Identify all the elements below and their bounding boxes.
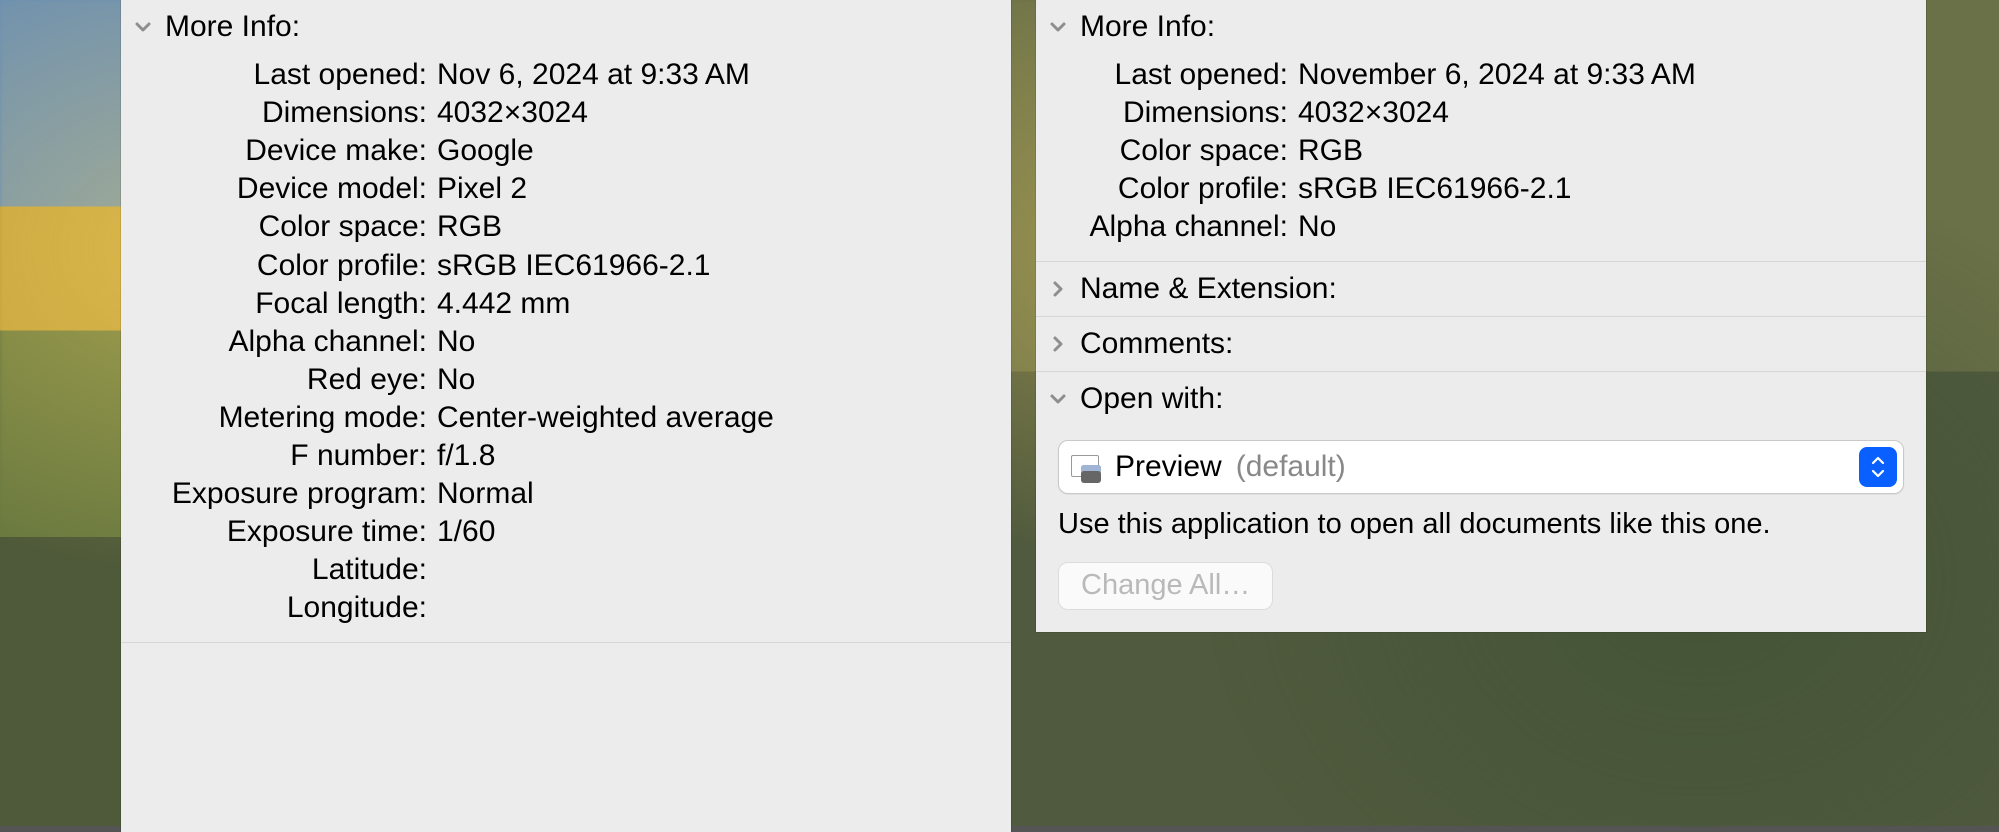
- info-label: Red eye:: [135, 361, 427, 399]
- info-row-color-space: Color space: RGB: [1050, 132, 1912, 170]
- info-row-dimensions: Dimensions: 4032×3024: [1050, 94, 1912, 132]
- info-row-focal-length: Focal length: 4.442 mm: [135, 285, 997, 323]
- chevron-down-icon: [1046, 387, 1070, 411]
- info-value: Pixel 2: [437, 170, 997, 208]
- comments-header[interactable]: Comments:: [1036, 316, 1926, 371]
- info-label: Device model:: [135, 170, 427, 208]
- info-row-device-model: Device model: Pixel 2: [135, 170, 997, 208]
- info-row-metering-mode: Metering mode: Center-weighted average: [135, 399, 997, 437]
- info-row-alpha-channel: Alpha channel: No: [135, 323, 997, 361]
- open-with-title: Open with:: [1080, 380, 1223, 418]
- info-value: RGB: [437, 208, 997, 246]
- change-all-label: Change All…: [1081, 567, 1250, 604]
- chevron-down-icon: [131, 15, 155, 39]
- open-with-default-suffix: (default): [1236, 448, 1346, 486]
- info-label: Color space:: [135, 208, 427, 246]
- info-label: Color space:: [1050, 132, 1288, 170]
- more-info-body: Last opened: Nov 6, 2024 at 9:33 AM Dime…: [121, 54, 1011, 641]
- info-value: RGB: [1298, 132, 1912, 170]
- info-row-last-opened: Last opened: November 6, 2024 at 9:33 AM: [1050, 56, 1912, 94]
- info-label: Dimensions:: [135, 94, 427, 132]
- info-row-latitude: Latitude:: [135, 551, 997, 589]
- chevron-right-icon: [1046, 332, 1070, 356]
- name-extension-header[interactable]: Name & Extension:: [1036, 261, 1926, 316]
- info-value: November 6, 2024 at 9:33 AM: [1298, 56, 1912, 94]
- info-value: 4032×3024: [1298, 94, 1912, 132]
- info-label: Alpha channel:: [1050, 208, 1288, 246]
- name-extension-title: Name & Extension:: [1080, 270, 1337, 308]
- info-row-color-profile: Color profile: sRGB IEC61966-2.1: [135, 247, 997, 285]
- info-label: F number:: [135, 437, 427, 475]
- open-with-app-name: Preview: [1115, 448, 1222, 486]
- info-value: 1/60: [437, 513, 997, 551]
- info-label: Latitude:: [135, 551, 427, 589]
- chevron-down-icon: [1046, 15, 1070, 39]
- section-divider: [121, 642, 1011, 643]
- more-info-body: Last opened: November 6, 2024 at 9:33 AM…: [1036, 54, 1926, 260]
- info-row-device-make: Device make: Google: [135, 132, 997, 170]
- preview-app-icon: [1069, 449, 1105, 485]
- open-with-select[interactable]: Preview (default): [1058, 440, 1904, 494]
- more-info-header[interactable]: More Info:: [121, 0, 1011, 54]
- info-row-exposure-time: Exposure time: 1/60: [135, 513, 997, 551]
- info-panel-left: More Info: Last opened: Nov 6, 2024 at 9…: [121, 0, 1011, 832]
- comments-title: Comments:: [1080, 325, 1233, 363]
- info-row-color-space: Color space: RGB: [135, 208, 997, 246]
- info-row-exposure-program: Exposure program: Normal: [135, 475, 997, 513]
- info-row-longitude: Longitude:: [135, 589, 997, 627]
- updown-icon: [1859, 447, 1897, 487]
- info-label: Dimensions:: [1050, 94, 1288, 132]
- info-value: [437, 551, 997, 589]
- info-row-f-number: F number: f/1.8: [135, 437, 997, 475]
- change-all-button[interactable]: Change All…: [1058, 562, 1273, 610]
- info-row-alpha-channel: Alpha channel: No: [1050, 208, 1912, 246]
- info-label: Metering mode:: [135, 399, 427, 437]
- info-value: No: [437, 323, 997, 361]
- open-with-hint: Use this application to open all documen…: [1058, 506, 1904, 544]
- info-row-color-profile: Color profile: sRGB IEC61966-2.1: [1050, 170, 1912, 208]
- info-value: 4032×3024: [437, 94, 997, 132]
- info-panel-right: More Info: Last opened: November 6, 2024…: [1036, 0, 1926, 632]
- info-label: Color profile:: [135, 247, 427, 285]
- info-value: Google: [437, 132, 997, 170]
- info-label: Last opened:: [135, 56, 427, 94]
- info-row-last-opened: Last opened: Nov 6, 2024 at 9:33 AM: [135, 56, 997, 94]
- more-info-title: More Info:: [165, 8, 300, 46]
- info-value: No: [437, 361, 997, 399]
- info-label: Exposure program:: [135, 475, 427, 513]
- info-value: sRGB IEC61966-2.1: [437, 247, 997, 285]
- open-with-header[interactable]: Open with:: [1036, 371, 1926, 426]
- info-label: Device make:: [135, 132, 427, 170]
- info-value: f/1.8: [437, 437, 997, 475]
- info-row-dimensions: Dimensions: 4032×3024: [135, 94, 997, 132]
- info-label: Exposure time:: [135, 513, 427, 551]
- info-label: Focal length:: [135, 285, 427, 323]
- info-label: Color profile:: [1050, 170, 1288, 208]
- info-value: Normal: [437, 475, 997, 513]
- info-value: No: [1298, 208, 1912, 246]
- info-value: 4.442 mm: [437, 285, 997, 323]
- info-value: [437, 589, 997, 627]
- info-value: Center-weighted average: [437, 399, 997, 437]
- info-value: Nov 6, 2024 at 9:33 AM: [437, 56, 997, 94]
- info-value: sRGB IEC61966-2.1: [1298, 170, 1912, 208]
- info-label: Last opened:: [1050, 56, 1288, 94]
- info-row-red-eye: Red eye: No: [135, 361, 997, 399]
- open-with-body: Preview (default) Use this application t…: [1036, 426, 1926, 632]
- info-label: Alpha channel:: [135, 323, 427, 361]
- chevron-right-icon: [1046, 277, 1070, 301]
- more-info-header[interactable]: More Info:: [1036, 0, 1926, 54]
- info-label: Longitude:: [135, 589, 427, 627]
- more-info-title: More Info:: [1080, 8, 1215, 46]
